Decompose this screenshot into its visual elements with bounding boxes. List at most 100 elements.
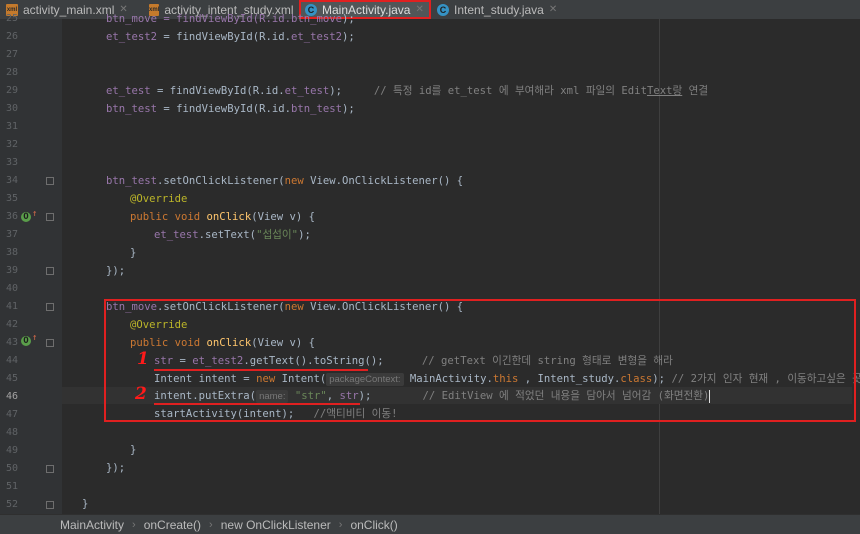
line-number: 43 (5, 337, 18, 348)
token: .setOnClickListener( (157, 175, 285, 187)
line-number: 44 (5, 355, 18, 366)
comment: Text랑 (646, 85, 683, 97)
token: ); (342, 31, 355, 43)
code-line-39[interactable]: }); (106, 262, 125, 280)
override-method-icon[interactable]: O (21, 336, 31, 346)
token: btn_move = findViewById(R.id. (106, 13, 291, 25)
line-number: 27 (5, 49, 18, 60)
line-number: 35 (5, 193, 18, 204)
line-number: 42 (5, 319, 18, 330)
line-number: 30 (5, 103, 18, 114)
token: (View v) { (251, 211, 315, 223)
fold-marker-icon[interactable] (46, 303, 54, 311)
line-number: 29 (5, 85, 18, 96)
line-number: 48 (5, 427, 18, 438)
annotation-number-1: 1 (137, 349, 149, 369)
code-line-36[interactable]: public void onClick(View v) { (130, 208, 315, 226)
underline-mark (154, 403, 360, 405)
tab-intent-study-java[interactable]: C Intent_study.java ✕ (431, 0, 563, 19)
tab-label: Intent_study.java (454, 2, 544, 17)
token: et_test (154, 229, 199, 241)
code-line-49[interactable]: } (130, 441, 136, 459)
class-file-icon: C (437, 3, 449, 16)
line-number: 39 (5, 265, 18, 276)
fold-marker-icon[interactable] (46, 339, 54, 347)
token: btn_test (106, 175, 158, 187)
line-number: 47 (5, 409, 18, 420)
line-number: 40 (5, 283, 18, 294)
token: public void (130, 211, 207, 223)
comment: // 특정 id를 et_test 에 부여해라 xml 파일의 Edit (373, 85, 647, 97)
code-line-26[interactable]: et_test2 = findViewById(R.id.et_test2); (106, 28, 355, 46)
underline-mark (154, 369, 368, 371)
line-number: 36 (5, 211, 18, 222)
token: btn_test (290, 103, 342, 115)
fold-marker-icon[interactable] (46, 501, 54, 509)
comment: 연결 (682, 85, 709, 97)
token: ); (329, 85, 343, 97)
line-number: 31 (5, 121, 18, 132)
code-line-35[interactable]: @Override (130, 190, 187, 208)
token: = findViewById(R.id. (157, 31, 291, 43)
fold-marker-icon[interactable] (46, 465, 54, 473)
line-number: 32 (5, 139, 18, 150)
token: onClick (206, 211, 252, 223)
code-line-37[interactable]: et_test.setText("섭섭이"); (154, 226, 311, 244)
token: = findViewById(R.id. (157, 103, 291, 115)
annotation-number-2: 2 (135, 384, 147, 404)
line-number: 51 (5, 481, 18, 492)
breadcrumb-item-onclick[interactable]: onClick() (350, 518, 397, 532)
token: btn_test (106, 103, 158, 115)
token: et_test (106, 85, 151, 97)
line-number: 41 (5, 301, 18, 312)
override-method-icon[interactable]: O (21, 212, 31, 222)
close-icon[interactable]: ✕ (415, 4, 423, 15)
line-number: 49 (5, 445, 18, 456)
code-line-30[interactable]: btn_test = findViewById(R.id.btn_test); (106, 100, 355, 118)
code-line-25[interactable]: btn_move = findViewById(R.id.btn_move); (106, 10, 355, 28)
code-line-52[interactable]: } (82, 495, 88, 513)
breadcrumb-item-listener[interactable]: new OnClickListener (221, 518, 331, 532)
arrow-up-icon: ↑ (32, 333, 38, 343)
fold-marker-icon[interactable] (46, 213, 54, 221)
line-number: 37 (5, 229, 18, 240)
line-number-gutter[interactable]: 25 26 27 28 29 30 31 32 33 34 35 36 37 3… (0, 13, 62, 514)
line-number: 25 (5, 13, 18, 24)
breadcrumb-item-method[interactable]: onCreate() (144, 518, 201, 532)
fold-marker-icon[interactable] (46, 177, 54, 185)
fold-marker-icon[interactable] (46, 267, 54, 275)
token: et_test (284, 85, 330, 97)
tab-label: activity_main.xml (23, 2, 115, 17)
code-line-38[interactable]: } (130, 244, 136, 262)
token: "섭섭이" (256, 229, 299, 241)
arrow-up-icon: ↑ (32, 209, 38, 219)
token: ); (342, 13, 355, 25)
token: @Override (130, 193, 188, 205)
token: et_test2 (106, 31, 158, 43)
line-number: 50 (5, 463, 18, 474)
chevron-right-icon: › (338, 518, 343, 531)
line-number: 33 (5, 157, 18, 168)
code-line-34[interactable]: btn_test.setOnClickListener(new View.OnC… (106, 172, 463, 190)
token: = findViewById(R.id. (150, 85, 285, 97)
chevron-right-icon: › (132, 518, 136, 531)
close-icon[interactable]: ✕ (549, 4, 557, 15)
breadcrumb: MainActivity › onCreate() › new OnClickL… (0, 514, 860, 534)
line-number: 28 (5, 67, 18, 78)
chevron-right-icon: › (209, 518, 213, 531)
token: .setText( (198, 229, 257, 241)
code-line-50[interactable]: }); (106, 459, 125, 477)
code-line-29[interactable]: et_test = findViewById(R.id.et_test); //… (106, 82, 708, 100)
token: new (284, 175, 304, 187)
line-number-current: 46 (5, 391, 18, 402)
token: et_test2 (290, 31, 342, 43)
token: View.OnClickListener() { (303, 175, 464, 187)
breadcrumb-item-class[interactable]: MainActivity (60, 518, 124, 532)
token: btn_move (290, 13, 342, 25)
line-number: 34 (5, 175, 18, 186)
line-number: 38 (5, 247, 18, 258)
token: ); (342, 103, 355, 115)
line-number: 45 (5, 373, 18, 384)
line-number: 26 (5, 31, 18, 42)
token: ); (298, 229, 311, 241)
